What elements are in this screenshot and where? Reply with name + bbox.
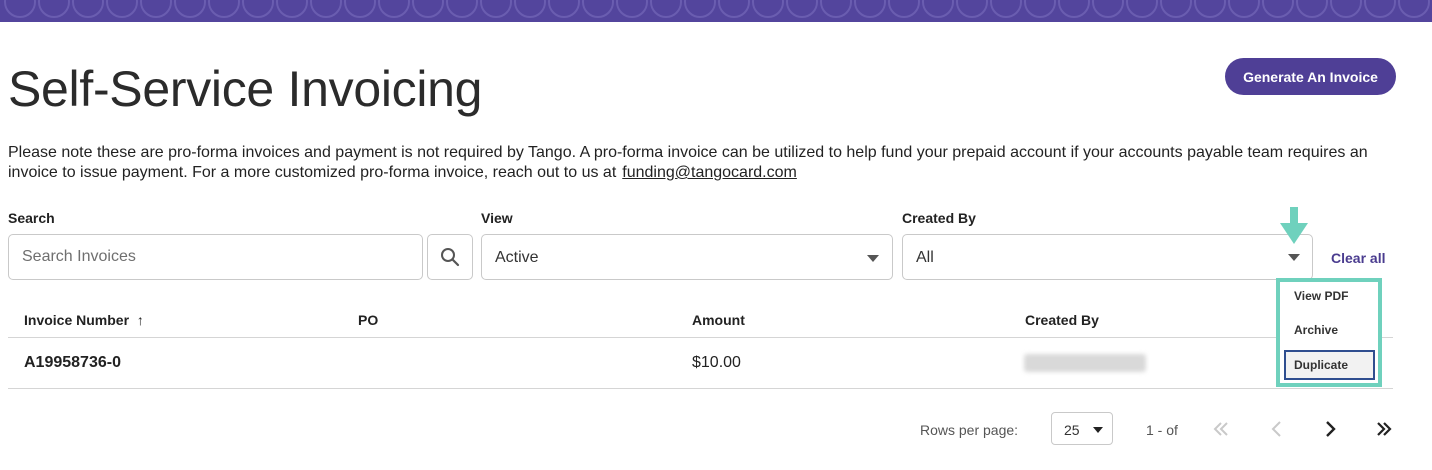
row-menu-trigger-icon[interactable] (1288, 254, 1300, 261)
banner-circle (38, 0, 70, 18)
col-amount: Amount (692, 312, 745, 328)
banner-circle (310, 0, 342, 18)
chevron-down-icon (1093, 427, 1103, 433)
last-page-icon[interactable] (1373, 418, 1395, 440)
banner-circle (1330, 0, 1362, 18)
banner-circle (990, 0, 1022, 18)
rows-per-page-label: Rows per page: (920, 422, 1019, 438)
banner-circle (208, 0, 240, 18)
prev-page-icon[interactable] (1266, 418, 1288, 440)
amount-cell: $10.00 (692, 354, 741, 371)
banner-circle (412, 0, 444, 18)
banner-circle (616, 0, 648, 18)
row-divider (8, 388, 1393, 389)
top-banner (0, 0, 1432, 22)
header-divider (8, 337, 1393, 338)
banner-circle (1024, 0, 1056, 18)
banner-circle (72, 0, 104, 18)
banner-circle (1126, 0, 1158, 18)
next-page-icon[interactable] (1319, 418, 1341, 440)
down-arrow-pointer-icon (1280, 207, 1308, 244)
sort-arrow-up-icon: ↑ (136, 312, 144, 328)
view-select[interactable]: Active (481, 234, 893, 280)
search-label: Search (8, 210, 55, 226)
funding-email-link[interactable]: funding@tangocard.com (622, 164, 797, 181)
banner-circle (4, 0, 36, 18)
banner-circle (1398, 0, 1430, 18)
col-po: PO (358, 312, 379, 328)
banner-circle (140, 0, 172, 18)
banner-circle (480, 0, 512, 18)
menu-item-archive[interactable]: Archive (1294, 323, 1338, 337)
invoice-number-cell: A19958736-0 (24, 354, 121, 371)
view-label: View (481, 210, 513, 226)
generate-invoice-button[interactable]: Generate An Invoice (1225, 58, 1396, 95)
created-by-label: Created By (902, 210, 976, 226)
banner-circle (582, 0, 614, 18)
banner-circle (684, 0, 716, 18)
banner-circle (956, 0, 988, 18)
search-input[interactable] (9, 235, 422, 279)
banner-circle (1194, 0, 1226, 18)
banner-circle (820, 0, 852, 18)
banner-circle (650, 0, 682, 18)
banner-circle (344, 0, 376, 18)
banner-circle (242, 0, 274, 18)
banner-circle (854, 0, 886, 18)
banner-circle (718, 0, 750, 18)
view-select-value: Active (495, 249, 539, 266)
chevron-down-icon (867, 255, 879, 262)
banner-circle (174, 0, 206, 18)
banner-circle (106, 0, 138, 18)
banner-circle (786, 0, 818, 18)
search-field (8, 234, 423, 280)
banner-circle (1160, 0, 1192, 18)
created-by-select-value: All (916, 249, 934, 266)
first-page-icon[interactable] (1210, 418, 1232, 440)
search-button[interactable] (427, 234, 473, 280)
banner-circle (1262, 0, 1294, 18)
banner-pattern (4, 0, 1430, 18)
menu-item-duplicate[interactable]: Duplicate (1294, 358, 1348, 372)
created-by-redacted (1024, 354, 1146, 372)
col-created-by: Created By (1025, 312, 1099, 328)
banner-circle (276, 0, 308, 18)
banner-circle (1364, 0, 1396, 18)
created-by-select[interactable]: All (902, 234, 1313, 280)
col-invoice-number[interactable]: Invoice Number ↑ (24, 312, 144, 328)
banner-circle (752, 0, 784, 18)
col-invoice-number-label: Invoice Number (24, 312, 130, 328)
banner-circle (888, 0, 920, 18)
banner-circle (514, 0, 546, 18)
page-title: Self-Service Invoicing (8, 61, 483, 117)
banner-circle (1058, 0, 1090, 18)
page-range: 1 - of (1146, 422, 1178, 438)
menu-item-view-pdf[interactable]: View PDF (1294, 289, 1348, 303)
rows-per-page-select[interactable]: 25 (1051, 412, 1113, 445)
banner-circle (922, 0, 954, 18)
rows-per-page-value: 25 (1064, 422, 1080, 438)
notice-text: Please note these are pro-forma invoices… (8, 143, 1408, 183)
banner-circle (378, 0, 410, 18)
banner-circle (1228, 0, 1260, 18)
clear-all-link[interactable]: Clear all (1331, 250, 1385, 266)
search-icon (441, 248, 460, 267)
banner-circle (446, 0, 478, 18)
banner-circle (1296, 0, 1328, 18)
banner-circle (1092, 0, 1124, 18)
banner-circle (548, 0, 580, 18)
